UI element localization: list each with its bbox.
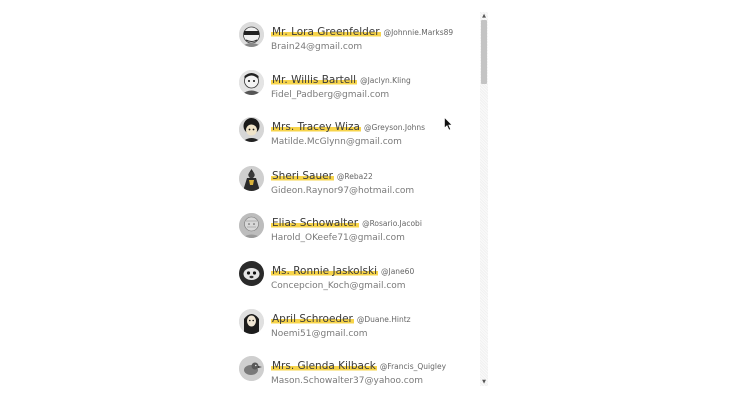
list-item[interactable]: Mrs. Tracey Wiza @Greyson.Johns Matilde.M… [239, 117, 477, 157]
user-handle: @Greyson.Johns [363, 123, 426, 132]
name-line: Mr. Willis Bartell @Jaclyn.Kling [271, 71, 411, 88]
mouse-pointer-icon [444, 117, 453, 131]
user-handle: @Francis_Quigley [379, 362, 447, 371]
avatar-masked-face-icon[interactable] [239, 22, 264, 47]
list-item[interactable]: Sheri Sauer @Reba22 Gideon.Raynor97@hotma… [239, 166, 477, 206]
list-item[interactable]: Mr. Lora Greenfelder @Johnnie.Marks89 Bra… [239, 22, 477, 62]
vertical-scrollbar[interactable]: ▲ ▼ [480, 12, 488, 386]
user-handle: @Rosario.Jacobi [362, 219, 422, 228]
user-email: Brain24@gmail.com [271, 42, 363, 52]
user-handle: @Reba22 [336, 172, 373, 181]
scroll-up-arrow-icon[interactable]: ▲ [480, 12, 488, 20]
user-handle: @Johnnie.Marks89 [383, 28, 454, 37]
list-item[interactable]: Mr. Willis Bartell @Jaclyn.Kling Fidel_Pa… [239, 70, 477, 110]
avatar-curly-hair-icon[interactable] [239, 117, 264, 142]
user-handle: @Duane.Hintz [356, 315, 411, 324]
avatar-animal-icon[interactable] [239, 261, 264, 286]
avatar-sketch-face-icon[interactable] [239, 213, 264, 238]
name-line: Mrs. Tracey Wiza @Greyson.Johns [271, 118, 425, 135]
user-email: Matilde.McGlynn@gmail.com [271, 137, 402, 147]
list-item[interactable]: Elias Schowalter @Rosario.Jacobi Harold_O… [239, 213, 477, 253]
user-list-viewport: Mr. Lora Greenfelder @Johnnie.Marks89 Bra… [0, 0, 730, 405]
avatar-long-hair-icon[interactable] [239, 309, 264, 334]
avatar-face-icon[interactable] [239, 70, 264, 95]
user-name[interactable]: Sheri Sauer [271, 170, 334, 182]
name-line: Mrs. Glenda Kilback @Francis_Quigley [271, 357, 446, 374]
avatar-bird-icon[interactable] [239, 356, 264, 381]
user-email: Concepcion_Koch@gmail.com [271, 281, 406, 291]
user-name[interactable]: Elias Schowalter [271, 217, 360, 229]
user-name[interactable]: Ms. Ronnie Jaskolski [271, 265, 378, 277]
name-line: Elias Schowalter @Rosario.Jacobi [271, 214, 422, 231]
user-name[interactable]: Mr. Willis Bartell [271, 74, 358, 86]
list-item[interactable]: Mrs. Glenda Kilback @Francis_Quigley Maso… [239, 356, 477, 396]
user-email: Mason.Schowalter37@yahoo.com [271, 376, 423, 386]
user-email: Noemi51@gmail.com [271, 329, 368, 339]
list-item[interactable]: April Schroeder @Duane.Hintz Noemi51@gmai… [239, 309, 477, 349]
user-handle: @Jaclyn.Kling [360, 76, 411, 85]
user-name[interactable]: Mrs. Tracey Wiza [271, 121, 361, 133]
name-line: Sheri Sauer @Reba22 [271, 167, 373, 184]
user-name[interactable]: Mrs. Glenda Kilback [271, 360, 377, 372]
name-line: April Schroeder @Duane.Hintz [271, 310, 411, 327]
name-line: Mr. Lora Greenfelder @Johnnie.Marks89 [271, 23, 453, 40]
user-name[interactable]: April Schroeder [271, 313, 354, 325]
scroll-down-arrow-icon[interactable]: ▼ [480, 378, 488, 386]
user-email: Fidel_Padberg@gmail.com [271, 90, 390, 100]
user-email: Gideon.Raynor97@hotmail.com [271, 186, 415, 196]
list-item[interactable]: Ms. Ronnie Jaskolski @Jane60 Concepcion_K… [239, 261, 477, 301]
scrollbar-thumb[interactable] [481, 20, 487, 85]
user-handle: @Jane60 [381, 267, 415, 276]
user-list[interactable]: Mr. Lora Greenfelder @Johnnie.Marks89 Bra… [239, 0, 477, 405]
user-email: Harold_OKeefe71@gmail.com [271, 233, 405, 243]
user-name[interactable]: Mr. Lora Greenfelder [271, 26, 381, 38]
name-line: Ms. Ronnie Jaskolski @Jane60 [271, 262, 414, 279]
avatar-caped-figure-icon[interactable] [239, 166, 264, 191]
